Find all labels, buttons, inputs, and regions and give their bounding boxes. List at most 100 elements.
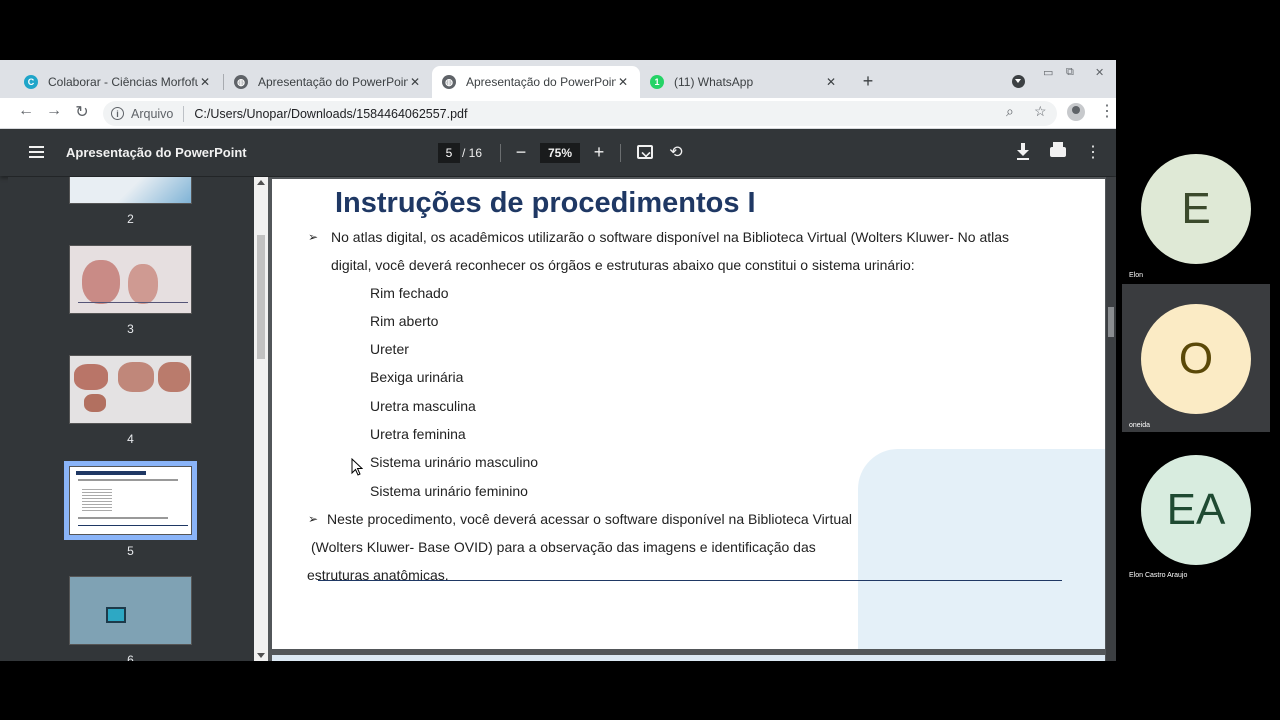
tab-title: Apresentação do PowerPoint	[258, 75, 408, 89]
scroll-up-arrow-icon[interactable]	[257, 180, 265, 185]
document-scrollbar[interactable]	[1106, 177, 1116, 661]
browser-window: C Colaborar - Ciências Morfofuncio ✕ ◍ A…	[0, 60, 1116, 661]
list-item: Rim aberto	[370, 313, 439, 329]
restore-icon[interactable]: ⧉	[1066, 66, 1074, 79]
participant-initials: O	[1178, 334, 1214, 383]
thumbnail-number: 6	[127, 653, 134, 661]
thumbnail-number: 5	[127, 544, 134, 558]
document-viewport: Instruções de procedimentos I ➢ No atlas…	[268, 177, 1116, 661]
thumbnail-page-5[interactable]	[64, 461, 197, 540]
close-icon[interactable]: ✕	[616, 75, 630, 89]
arrow-bullet-icon: ➢	[308, 512, 319, 526]
toolbar-divider	[500, 144, 501, 162]
scrollbar-thumb[interactable]	[1108, 307, 1114, 337]
thumbnail-number: 4	[127, 432, 134, 446]
participant-avatar-2[interactable]: O	[1141, 304, 1251, 414]
thumbnail-page-6[interactable]	[69, 576, 192, 645]
reload-icon[interactable]: ↻	[72, 102, 92, 122]
zoom-in-icon[interactable]: +	[589, 141, 609, 163]
tab-title: Apresentação do PowerPoint	[466, 75, 616, 89]
list-item: Ureter	[370, 341, 409, 357]
globe-icon: ◍	[234, 75, 248, 89]
profile-avatar-icon[interactable]	[1067, 103, 1085, 121]
participant-name: Elon	[1129, 272, 1144, 279]
tab-powerpoint-1[interactable]: ◍ Apresentação do PowerPoint ✕	[224, 66, 432, 98]
bullet-1: ➢ No atlas digital, os acadêmicos utiliz…	[308, 223, 1088, 279]
zoom-input[interactable]: 75%	[540, 143, 580, 163]
bullet-2-line-3: estruturas anatômicas.	[307, 567, 449, 583]
participant-initials: EA	[1166, 485, 1226, 534]
thumbnail-number: 2	[127, 212, 134, 226]
pdf-page: Instruções de procedimentos I ➢ No atlas…	[272, 179, 1105, 649]
participant-avatar-1[interactable]: E	[1141, 154, 1251, 264]
info-icon[interactable]: i	[111, 107, 124, 120]
address-bar[interactable]: i Arquivo C:/Users/Unopar/Downloads/1584…	[103, 101, 1057, 126]
next-pdf-page	[272, 655, 1105, 661]
rotate-icon[interactable]: ⟲	[666, 144, 686, 162]
participant-initials: E	[1181, 184, 1211, 233]
print-icon[interactable]	[1050, 142, 1066, 157]
whatsapp-icon: 1	[650, 75, 664, 89]
browser-toolbar: ← → ↻ i Arquivo C:/Users/Unopar/Download…	[0, 98, 1116, 129]
more-actions-icon[interactable]: ⋮	[1083, 144, 1103, 162]
url-text[interactable]: C:/Users/Unopar/Downloads/1584464062557.…	[194, 107, 467, 121]
tab-colaborar[interactable]: C Colaborar - Ciências Morfofuncio ✕	[14, 66, 222, 98]
back-icon[interactable]: ←	[16, 102, 36, 120]
tab-strip: C Colaborar - Ciências Morfofuncio ✕ ◍ A…	[0, 60, 1116, 98]
page-total: / 16	[462, 146, 483, 160]
minimize-icon[interactable]: ▭	[1043, 66, 1053, 79]
toolbar-divider	[620, 144, 621, 162]
close-icon[interactable]: ✕	[824, 75, 838, 89]
tab-search-icon[interactable]	[1012, 75, 1025, 88]
bullet-1-line-2: digital, você deverá reconhecer os órgão…	[331, 257, 915, 273]
list-item: Bexiga urinária	[370, 369, 464, 385]
close-icon[interactable]: ✕	[408, 75, 422, 89]
thumbnail-page-3[interactable]	[69, 245, 192, 314]
close-icon[interactable]: ✕	[198, 75, 212, 89]
bookmark-star-icon[interactable]: ☆	[1034, 103, 1047, 120]
thumbnail-number: 3	[127, 322, 134, 336]
list-item: Uretra feminina	[370, 426, 466, 442]
scroll-down-arrow-icon[interactable]	[257, 653, 265, 658]
globe-icon: ◍	[442, 75, 456, 89]
scrollbar-thumb[interactable]	[257, 235, 265, 359]
thumbnail-page-2[interactable]	[69, 177, 192, 204]
list-item: Uretra masculina	[370, 398, 476, 414]
arrow-bullet-icon: ➢	[308, 230, 319, 244]
list-item: Rim fechado	[370, 285, 449, 301]
browser-menu-icon[interactable]: ⋮	[1099, 103, 1115, 121]
url-divider	[183, 105, 185, 122]
forward-icon[interactable]: →	[44, 102, 64, 120]
thumbnail-sidebar: 2 3 4 5 6	[8, 177, 254, 661]
list-item: Sistema urinário masculino	[370, 454, 539, 470]
tab-whatsapp[interactable]: 1 (11) WhatsApp ✕	[640, 66, 848, 98]
colaborar-icon: C	[24, 75, 38, 89]
zoom-out-icon[interactable]: −	[511, 141, 531, 163]
menu-icon[interactable]	[29, 146, 44, 158]
slide-title: Instruções de procedimentos I	[335, 187, 756, 219]
bullet-2: ➢ Neste procedimento, você deverá acessa…	[307, 505, 908, 589]
document-title: Apresentação do PowerPoint	[66, 145, 247, 160]
scheme-label: Arquivo	[131, 106, 174, 121]
tab-title: Colaborar - Ciências Morfofuncio	[48, 75, 198, 89]
new-tab-button[interactable]: +	[858, 72, 878, 90]
participant-name: oneida	[1129, 422, 1151, 429]
tab-powerpoint-2[interactable]: ◍ Apresentação do PowerPoint ✕	[432, 66, 640, 98]
bullet-2-line-2: (Wolters Kluwer- Base OVID) para a obser…	[311, 539, 816, 555]
slide-rule	[318, 580, 1062, 581]
tab-title: (11) WhatsApp	[674, 75, 754, 89]
zoom-icon[interactable]: ⌕	[1006, 103, 1014, 120]
close-window-icon[interactable]: ✕	[1095, 66, 1104, 79]
thumbnail-page-4[interactable]	[69, 355, 192, 424]
sidebar-scrollbar[interactable]	[254, 177, 268, 661]
fit-to-page-icon[interactable]	[637, 145, 653, 159]
list-item: Sistema urinário feminino	[370, 483, 528, 499]
participant-name: Elon Castro Araujo	[1129, 572, 1188, 579]
mouse-cursor-icon	[351, 458, 363, 476]
bullet-1-line-1: No atlas digital, os acadêmicos utilizar…	[331, 229, 1010, 245]
download-icon-base	[1017, 158, 1029, 160]
bullet-2-line-1: Neste procedimento, você deverá acessar …	[327, 511, 853, 527]
pdf-toolbar: Apresentação do PowerPoint 5 / 16 − 75% …	[0, 130, 1116, 176]
participant-avatar-3[interactable]: EA	[1141, 455, 1251, 565]
page-number-input[interactable]: 5	[438, 143, 460, 163]
